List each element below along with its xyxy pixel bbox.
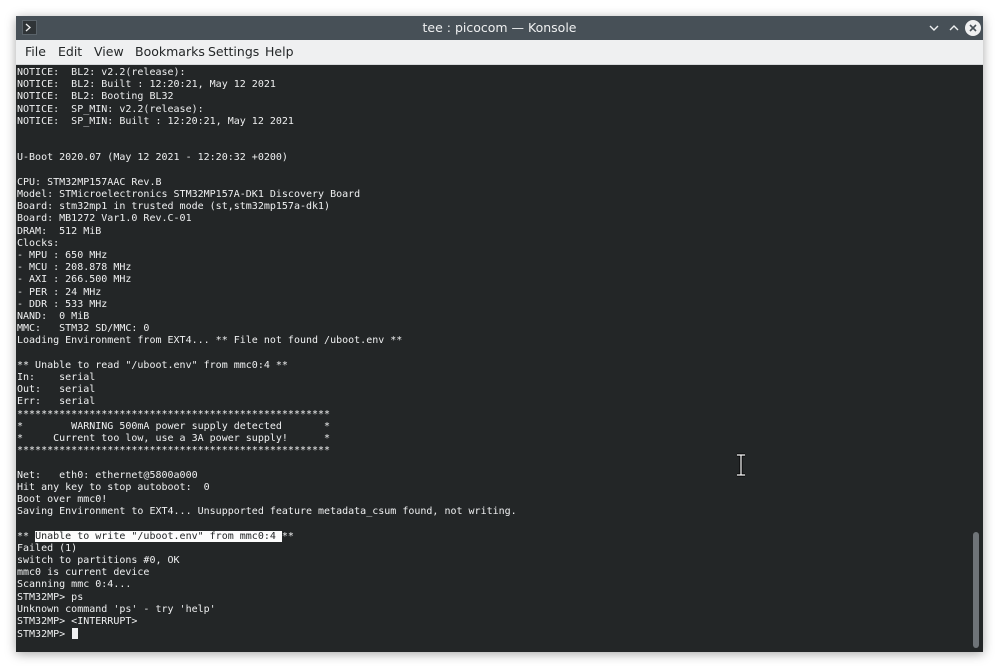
- terminal-line: ** Unable to read "/uboot.env" from mmc0…: [17, 359, 288, 371]
- window-title: tee : picocom — Konsole: [422, 20, 577, 35]
- terminal-line: Boot over mmc0!: [17, 494, 108, 505]
- terminal-line: STM32MP> ps: [17, 591, 84, 603]
- menu-file[interactable]: File: [24, 40, 47, 64]
- chevron-up-icon[interactable]: [946, 20, 962, 36]
- terminal-line: * Current too low, use a 3A power supply…: [17, 433, 331, 444]
- menu-view[interactable]: View: [93, 40, 125, 64]
- close-icon[interactable]: [965, 20, 981, 36]
- terminal-line: switch to partitions #0, OK: [17, 555, 180, 566]
- terminal-line: In: serial: [17, 372, 96, 383]
- prompt: STM32MP>: [17, 629, 72, 641]
- selected-text[interactable]: Unable to write "/uboot.env" from mmc0:4: [35, 530, 282, 542]
- menu-bar: File Edit View Bookmarks Settings Help: [16, 40, 983, 65]
- selection-prefix: **: [17, 530, 36, 542]
- terminal-line: Net: eth0: ethernet@5800a000: [17, 469, 198, 481]
- terminal-output[interactable]: NOTICE: BL2: v2.2(release): NOTICE: BL2:…: [16, 65, 971, 652]
- terminal-line: NOTICE: SP_MIN: v2.2(release):: [17, 103, 204, 115]
- terminal-line: ****************************************…: [17, 445, 331, 457]
- terminal-line: - MPU : 650 MHz: [17, 250, 108, 261]
- terminal-line: Loading Environment from EXT4... ** File…: [17, 335, 403, 347]
- terminal-line: mmc0 is current device: [17, 567, 150, 579]
- text-cursor: [72, 628, 79, 640]
- terminal-prompt-line: STM32MP>: [17, 628, 79, 641]
- chevron-down-icon[interactable]: [926, 20, 942, 36]
- menu-edit[interactable]: Edit: [57, 40, 83, 64]
- terminal-line: Out: serial: [17, 384, 96, 396]
- terminal-line: - AXI : 266.500 MHz: [17, 274, 132, 286]
- terminal-line: NOTICE: BL2: Booting BL32: [17, 91, 174, 103]
- terminal-line: ****************************************…: [17, 408, 331, 420]
- terminal-line: NOTICE: SP_MIN: Built : 12:20:21, May 12…: [17, 115, 294, 127]
- terminal-line: - PER : 24 MHz: [17, 286, 102, 298]
- terminal-line: NOTICE: BL2: Built : 12:20:21, May 12 20…: [17, 79, 276, 91]
- terminal-line: STM32MP> <INTERRUPT>: [17, 616, 138, 627]
- konsole-window: tee : picocom — Konsole File Edit View B…: [16, 16, 983, 652]
- title-bar[interactable]: tee : picocom — Konsole: [16, 16, 983, 40]
- menu-bookmarks[interactable]: Bookmarks: [134, 40, 206, 64]
- menu-settings[interactable]: Settings: [207, 40, 260, 64]
- terminal-line: CPU: STM32MP157AAC Rev.B: [17, 176, 162, 188]
- terminal-line: * WARNING 500mA power supply detected *: [17, 420, 331, 432]
- selection-suffix: **: [281, 530, 294, 542]
- terminal-line: Board: MB1272 Var1.0 Rev.C-01: [17, 213, 192, 225]
- terminal-line: - MCU : 208.878 MHz: [17, 262, 132, 274]
- terminal-line: Err: serial: [17, 396, 96, 408]
- terminal-line: NAND: 0 MiB: [17, 311, 90, 322]
- terminal-line: Scanning mmc 0:4...: [17, 579, 132, 591]
- text-cursor-icon: [735, 453, 747, 477]
- terminal-line: DRAM: 512 MiB: [17, 225, 102, 237]
- terminal-line: - DDR : 533 MHz: [17, 298, 108, 310]
- scrollbar-thumb[interactable]: [973, 532, 979, 648]
- terminal-line: Saving Environment to EXT4... Unsupporte…: [17, 506, 517, 518]
- terminal-line: Hit any key to stop autoboot: 0: [17, 481, 210, 493]
- terminal-line: Board: stm32mp1 in trusted mode (st,stm3…: [17, 201, 331, 213]
- terminal-line: U-Boot 2020.07 (May 12 2021 - 12:20:32 +…: [17, 152, 288, 164]
- terminal-line: MMC: STM32 SD/MMC: 0: [17, 323, 150, 335]
- terminal-line: Clocks:: [17, 237, 60, 249]
- menu-help[interactable]: Help: [264, 40, 295, 64]
- terminal-line: Failed (1): [17, 542, 78, 554]
- terminal-line: Model: STMicroelectronics STM32MP157A-DK…: [17, 189, 361, 200]
- terminal-line-selection: ** Unable to write "/uboot.env" from mmc…: [17, 530, 294, 543]
- terminal-line: NOTICE: BL2: v2.2(release):: [17, 67, 186, 78]
- terminal-line: Unknown command 'ps' - try 'help': [17, 603, 216, 615]
